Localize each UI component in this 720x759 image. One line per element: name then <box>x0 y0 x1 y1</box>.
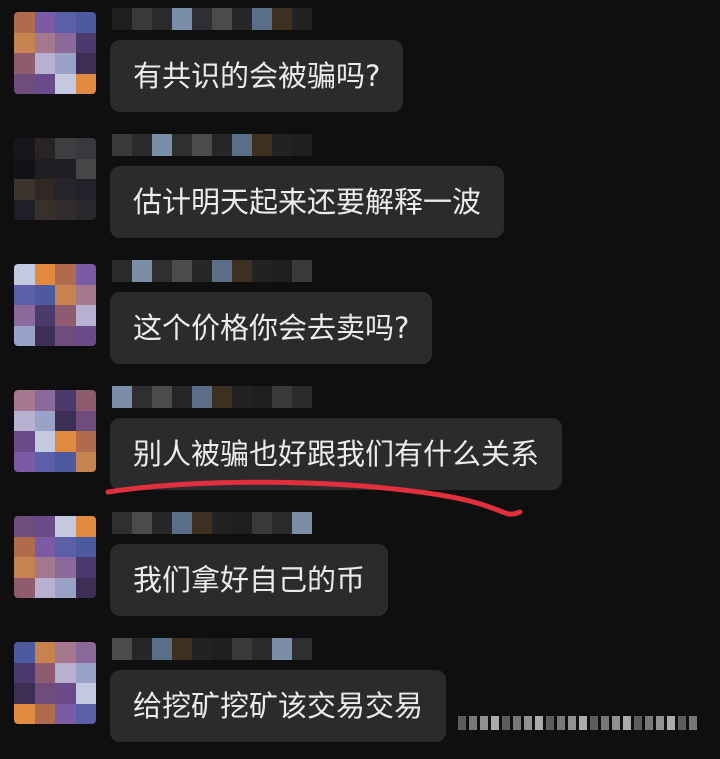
message-row: 有共识的会被骗吗? <box>0 2 720 127</box>
sender-name-blurred <box>112 8 312 30</box>
avatar[interactable] <box>14 264 96 346</box>
sender-name-blurred <box>112 638 312 660</box>
message-bubble-highlighted[interactable]: 别人被骗也好跟我们有什么关系 <box>110 418 563 490</box>
message-row: 这个价格你会去卖吗? <box>0 254 720 379</box>
avatar[interactable] <box>14 516 96 598</box>
avatar[interactable] <box>14 138 96 220</box>
message-bubble[interactable]: 给挖矿挖矿该交易交易 <box>110 670 447 742</box>
message-row: 别人被骗也好跟我们有什么关系 <box>0 380 720 505</box>
message-row: 给挖矿挖矿该交易交易 <box>0 632 720 757</box>
watermark-blurred <box>458 708 698 738</box>
message-bubble[interactable]: 有共识的会被骗吗? <box>110 40 404 112</box>
sender-name-blurred <box>112 134 312 156</box>
message-row: 估计明天起来还要解释一波 <box>0 128 720 253</box>
message-row: 我们拿好自己的币 <box>0 506 720 631</box>
message-bubble[interactable]: 这个价格你会去卖吗? <box>110 292 433 364</box>
avatar[interactable] <box>14 642 96 724</box>
chat-thread: 有共识的会被骗吗? 估计明天起来还要解释一波 这个价格你会去卖吗? 别人被骗也好… <box>0 0 720 759</box>
message-bubble[interactable]: 我们拿好自己的币 <box>110 544 389 616</box>
sender-name-blurred <box>112 386 312 408</box>
message-bubble[interactable]: 估计明天起来还要解释一波 <box>110 166 505 238</box>
avatar[interactable] <box>14 390 96 472</box>
sender-name-blurred <box>112 260 312 282</box>
sender-name-blurred <box>112 512 312 534</box>
avatar[interactable] <box>14 12 96 94</box>
